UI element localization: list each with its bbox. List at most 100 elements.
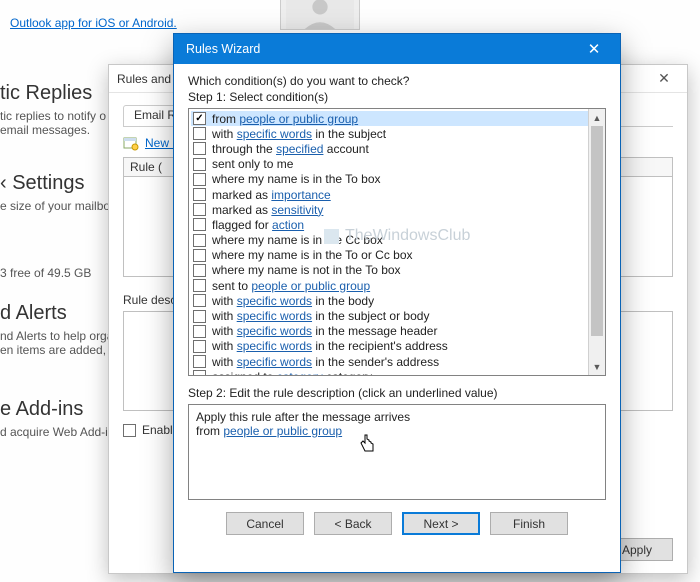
condition-checkbox[interactable]	[193, 173, 206, 186]
condition-checkbox[interactable]	[193, 218, 206, 231]
condition-row[interactable]: with specific words in the subject or bo…	[191, 308, 603, 323]
scroll-down-icon[interactable]: ▼	[589, 358, 605, 375]
condition-label: where my name is in the To or Cc box	[212, 248, 413, 262]
condition-label: with specific words in the sender's addr…	[212, 355, 439, 369]
scrollbar[interactable]: ▲ ▼	[588, 109, 605, 375]
condition-label: sent to people or public group	[212, 279, 370, 293]
account-avatar	[280, 0, 360, 30]
condition-checkbox[interactable]	[193, 310, 206, 323]
condition-row[interactable]: with specific words in the recipient's a…	[191, 339, 603, 354]
condition-label: with specific words in the recipient's a…	[212, 339, 448, 353]
condition-link[interactable]: specific words	[237, 355, 312, 369]
condition-checkbox[interactable]	[193, 340, 206, 353]
condition-link[interactable]: specific words	[237, 339, 312, 353]
desc-line: Apply this rule after the message arrive…	[196, 410, 598, 424]
close-icon[interactable]: ✕	[649, 70, 679, 87]
bg-heading-settings: ‹ Settings	[0, 172, 116, 195]
condition-row[interactable]: from people or public group	[191, 111, 603, 126]
condition-row[interactable]: through the specified account	[191, 141, 603, 156]
condition-checkbox[interactable]	[193, 294, 206, 307]
new-rule-icon	[123, 135, 139, 151]
condition-row[interactable]: where my name is not in the To box	[191, 263, 603, 278]
condition-checkbox[interactable]	[193, 264, 206, 277]
desc-line: from people or public group	[196, 424, 598, 438]
condition-checkbox[interactable]	[193, 279, 206, 292]
rules-wizard-dialog: Rules Wizard ✕ Which condition(s) do you…	[173, 33, 621, 573]
wizard-step1-label: Step 1: Select condition(s)	[188, 90, 606, 104]
condition-label: flagged for action	[212, 218, 304, 232]
condition-checkbox[interactable]	[193, 234, 206, 247]
condition-checkbox[interactable]	[193, 188, 206, 201]
condition-label: sent only to me	[212, 157, 293, 171]
condition-label: assigned to category category	[212, 370, 372, 375]
condition-label: with specific words in the subject	[212, 127, 386, 141]
condition-row[interactable]: where my name is in the To box	[191, 172, 603, 187]
condition-row[interactable]: with specific words in the message heade…	[191, 324, 603, 339]
condition-label: through the specified account	[212, 142, 369, 156]
condition-row[interactable]: sent only to me	[191, 157, 603, 172]
wizard-titlebar[interactable]: Rules Wizard ✕	[174, 34, 620, 64]
condition-link[interactable]: specific words	[237, 309, 312, 323]
bg-text: d acquire Web Add-in	[0, 425, 115, 439]
condition-link[interactable]: people or public group	[251, 279, 370, 293]
bg-heading-addins: e Add-ins	[0, 398, 115, 421]
condition-checkbox[interactable]	[193, 142, 206, 155]
condition-link[interactable]: importance	[271, 188, 330, 202]
bg-text: tic replies to notify o	[0, 109, 106, 123]
condition-checkbox[interactable]	[193, 158, 206, 171]
condition-link[interactable]: specific words	[237, 294, 312, 308]
condition-link[interactable]: specified	[276, 142, 323, 156]
condition-checkbox[interactable]	[193, 355, 206, 368]
condition-row[interactable]: assigned to category category	[191, 369, 603, 375]
condition-link[interactable]: people or public group	[239, 112, 358, 126]
condition-checkbox[interactable]	[193, 370, 206, 375]
bg-text: email messages.	[0, 123, 106, 137]
conditions-listbox[interactable]: from people or public groupwith specific…	[188, 108, 606, 376]
condition-label: marked as importance	[212, 188, 331, 202]
condition-row[interactable]: with specific words in the subject	[191, 126, 603, 141]
scroll-thumb[interactable]	[591, 126, 603, 336]
next-button[interactable]: Next >	[402, 512, 480, 535]
bg-text: e size of your mailbox	[0, 199, 116, 213]
condition-row[interactable]: marked as sensitivity	[191, 202, 603, 217]
condition-row[interactable]: with specific words in the body	[191, 293, 603, 308]
bg-link-outlook-app[interactable]: Outlook app for iOS or Android.	[10, 16, 177, 30]
condition-label: where my name is in the To box	[212, 172, 381, 186]
wizard-question: Which condition(s) do you want to check?	[188, 74, 606, 88]
condition-row[interactable]: where my name is in the To or Cc box	[191, 248, 603, 263]
condition-checkbox[interactable]	[193, 127, 206, 140]
condition-row[interactable]: flagged for action	[191, 217, 603, 232]
condition-checkbox[interactable]	[193, 325, 206, 338]
condition-checkbox[interactable]	[193, 203, 206, 216]
condition-label: where my name is not in the To box	[212, 263, 401, 277]
bg-storage-text: 3 free of 49.5 GB	[0, 266, 91, 280]
condition-link[interactable]: sensitivity	[271, 203, 323, 217]
wizard-step2-label: Step 2: Edit the rule description (click…	[188, 386, 606, 400]
close-icon[interactable]: ✕	[574, 37, 614, 61]
cancel-button[interactable]: Cancel	[226, 512, 304, 535]
condition-link[interactable]: category	[277, 370, 323, 375]
enable-rules-checkbox[interactable]	[123, 424, 136, 437]
condition-label: with specific words in the subject or bo…	[212, 309, 429, 323]
bg-heading-replies: tic Replies	[0, 82, 106, 105]
scroll-up-icon[interactable]: ▲	[589, 109, 605, 126]
back-button[interactable]: < Back	[314, 512, 392, 535]
rule-description-editor[interactable]: Apply this rule after the message arrive…	[188, 404, 606, 500]
condition-row[interactable]: sent to people or public group	[191, 278, 603, 293]
condition-checkbox[interactable]	[193, 112, 206, 125]
rules-dialog-title: Rules and A	[117, 72, 182, 86]
condition-link[interactable]: specific words	[237, 324, 312, 338]
condition-row[interactable]: where my name is in the Cc box	[191, 233, 603, 248]
condition-label: from people or public group	[212, 112, 358, 126]
condition-label: marked as sensitivity	[212, 203, 323, 217]
condition-row[interactable]: marked as importance	[191, 187, 603, 202]
condition-link[interactable]: action	[272, 218, 304, 232]
condition-row[interactable]: with specific words in the sender's addr…	[191, 354, 603, 369]
desc-link-people-or-group[interactable]: people or public group	[223, 424, 342, 438]
bg-heading-alerts: d Alerts	[0, 302, 115, 325]
condition-checkbox[interactable]	[193, 249, 206, 262]
bg-text: en items are added, c	[0, 343, 115, 357]
finish-button[interactable]: Finish	[490, 512, 568, 535]
condition-label: where my name is in the Cc box	[212, 233, 383, 247]
condition-link[interactable]: specific words	[237, 127, 312, 141]
